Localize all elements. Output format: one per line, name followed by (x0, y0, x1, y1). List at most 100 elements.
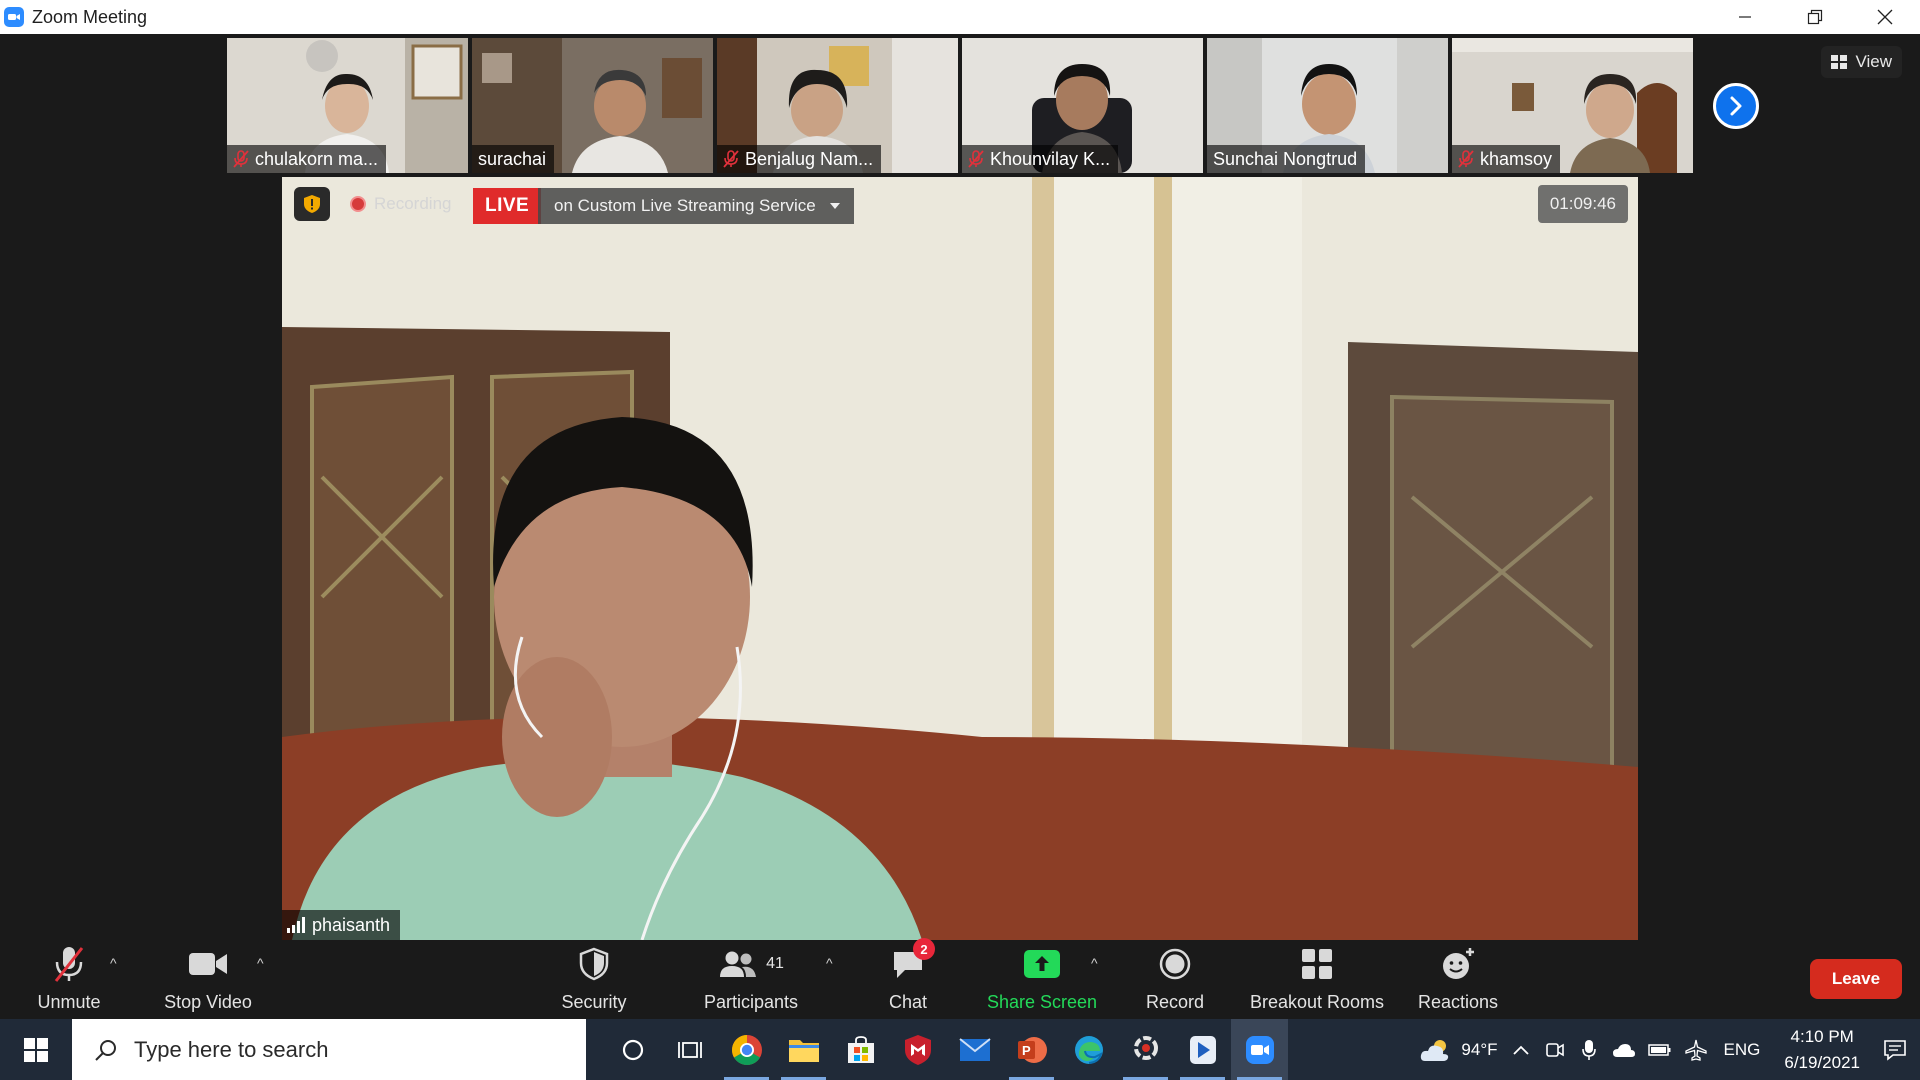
share-options-caret[interactable]: ^ (1091, 955, 1098, 971)
taskbar-mail[interactable] (946, 1019, 1003, 1080)
play-shield-icon (1189, 1035, 1216, 1064)
cloud-sun-icon (1421, 1039, 1449, 1061)
svg-text:P: P (1022, 1043, 1031, 1058)
next-page-button[interactable] (1713, 83, 1759, 129)
record-button[interactable]: Record (1140, 941, 1210, 1019)
taskbar-edge[interactable] (1060, 1019, 1117, 1080)
zoom-icon (1245, 1035, 1274, 1064)
restore-icon (1807, 9, 1823, 25)
weather-temperature: 94°F (1461, 1039, 1498, 1059)
start-button[interactable] (0, 1019, 72, 1080)
reactions-button[interactable]: Reactions (1414, 941, 1502, 1019)
search-icon (95, 1039, 116, 1061)
taskbar-powerpoint[interactable]: P (1003, 1019, 1060, 1080)
view-label: View (1855, 52, 1892, 71)
restore-button[interactable] (1780, 0, 1850, 34)
title-bar: Zoom Meeting (0, 0, 1920, 34)
taskbar-store[interactable] (832, 1019, 889, 1080)
clock-time: 4:10 PM (1790, 1026, 1854, 1046)
battery-tray-icon[interactable] (1642, 1019, 1678, 1080)
participants-label: Participants (703, 992, 799, 1012)
signal-strength-icon (287, 917, 305, 933)
participant-thumbnail[interactable]: surachai (472, 38, 713, 173)
taskbar-photoscape[interactable] (1117, 1019, 1174, 1080)
mic-muted-icon (233, 150, 249, 168)
video-camera-icon (189, 953, 227, 975)
system-tray: 94°F ENG 4:10 PM 6/19/2021 (1413, 1019, 1920, 1080)
taskbar-mcafee[interactable] (889, 1019, 946, 1080)
participant-name: Sunchai Nongtrud (1213, 148, 1358, 169)
participants-icon (720, 951, 757, 977)
record-label: Record (1145, 992, 1205, 1012)
audio-options-caret[interactable]: ^ (110, 955, 117, 971)
stream-label: on Custom Live Streaming Service (554, 196, 816, 215)
show-hidden-icons-button[interactable] (1504, 1019, 1538, 1080)
breakout-rooms-button[interactable]: Breakout Rooms (1246, 941, 1388, 1019)
live-badge: LIVE (473, 188, 542, 224)
security-shield-button[interactable] (294, 187, 330, 221)
microphone-icon (1581, 1039, 1596, 1060)
participant-name-tag: khamsoy (1452, 145, 1561, 173)
meet-now-tray-icon[interactable] (1538, 1019, 1572, 1080)
reactions-label: Reactions (1417, 992, 1499, 1012)
participant-thumbnail[interactable]: Benjalug Nam... (717, 38, 958, 173)
participant-thumbnail[interactable]: Khounvilay K... (962, 38, 1203, 173)
stop-video-button[interactable]: Stop Video (160, 941, 256, 1019)
chat-button[interactable]: 2 Chat (878, 938, 938, 1019)
unmute-button[interactable]: Unmute (34, 941, 104, 1019)
participants-options-caret[interactable]: ^ (826, 955, 833, 971)
window-title: Zoom Meeting (32, 6, 148, 27)
grid-view-icon (1831, 55, 1848, 69)
recording-label: Recording (374, 194, 452, 213)
view-button[interactable]: View (1821, 46, 1902, 78)
taskbar-chrome[interactable] (718, 1019, 775, 1080)
weather-widget[interactable]: 94°F (1413, 1019, 1503, 1080)
share-screen-icon (1024, 950, 1060, 978)
meeting-area: View chulakorn ma... surachai Benjalug N… (0, 34, 1920, 941)
share-screen-button[interactable]: Share Screen (985, 941, 1099, 1019)
mic-muted-icon (1458, 150, 1474, 168)
chat-unread-badge: 2 (913, 938, 935, 960)
caret-down-icon (829, 203, 840, 209)
active-speaker-video: Recording LIVE on Custom Live Streaming … (282, 177, 1638, 940)
meeting-controls: Unmute ^ Stop Video ^ Security 41 Partic… (0, 938, 1920, 1019)
participants-button[interactable]: 41 Participants (700, 941, 802, 1019)
participant-strip: chulakorn ma... surachai Benjalug Nam...… (227, 38, 1693, 173)
action-center-button[interactable] (1874, 1019, 1920, 1080)
participant-name: Khounvilay K... (990, 148, 1111, 169)
task-view-button[interactable] (661, 1019, 718, 1080)
battery-icon (1647, 1043, 1671, 1056)
breakout-rooms-icon (1302, 949, 1332, 979)
input-language[interactable]: ENG (1714, 1019, 1771, 1080)
minimize-button[interactable] (1710, 0, 1780, 34)
security-button[interactable]: Security (554, 941, 634, 1019)
participant-name-tag: Sunchai Nongtrud (1207, 145, 1366, 173)
taskbar-clock[interactable]: 4:10 PM 6/19/2021 (1770, 1024, 1874, 1076)
onedrive-tray-icon[interactable] (1606, 1019, 1642, 1080)
participant-thumbnail[interactable]: chulakorn ma... (227, 38, 468, 173)
powerpoint-icon: P (1017, 1036, 1047, 1063)
participant-name: surachai (478, 148, 547, 169)
close-button[interactable] (1850, 0, 1920, 34)
close-icon (1877, 9, 1893, 25)
taskbar-file-explorer[interactable] (775, 1019, 832, 1080)
cortana-button[interactable] (604, 1019, 661, 1080)
video-options-caret[interactable]: ^ (257, 955, 264, 971)
mic-muted-icon (723, 150, 739, 168)
recording-dot-icon (350, 196, 366, 212)
microphone-tray-icon[interactable] (1572, 1019, 1606, 1080)
participant-name-tag: chulakorn ma... (227, 145, 387, 173)
participant-thumbnail[interactable]: Sunchai Nongtrud (1207, 38, 1448, 173)
airplane-mode-tray-icon[interactable] (1678, 1019, 1714, 1080)
taskbar-search-box[interactable]: Type here to search (72, 1019, 586, 1080)
store-bag-icon (847, 1035, 874, 1063)
meeting-timer: 01:09:46 (1537, 185, 1628, 223)
participant-thumbnail[interactable]: khamsoy (1452, 38, 1693, 173)
taskbar-zoom[interactable] (1231, 1019, 1288, 1080)
speaker-name-tag: phaisanth (282, 910, 401, 940)
camera-tray-icon (1545, 1042, 1564, 1057)
taskbar-pinned-app[interactable] (1174, 1019, 1231, 1080)
live-stream-dropdown[interactable]: on Custom Live Streaming Service (538, 188, 854, 224)
leave-button[interactable]: Leave (1810, 959, 1902, 999)
smiley-plus-icon (1443, 948, 1474, 979)
